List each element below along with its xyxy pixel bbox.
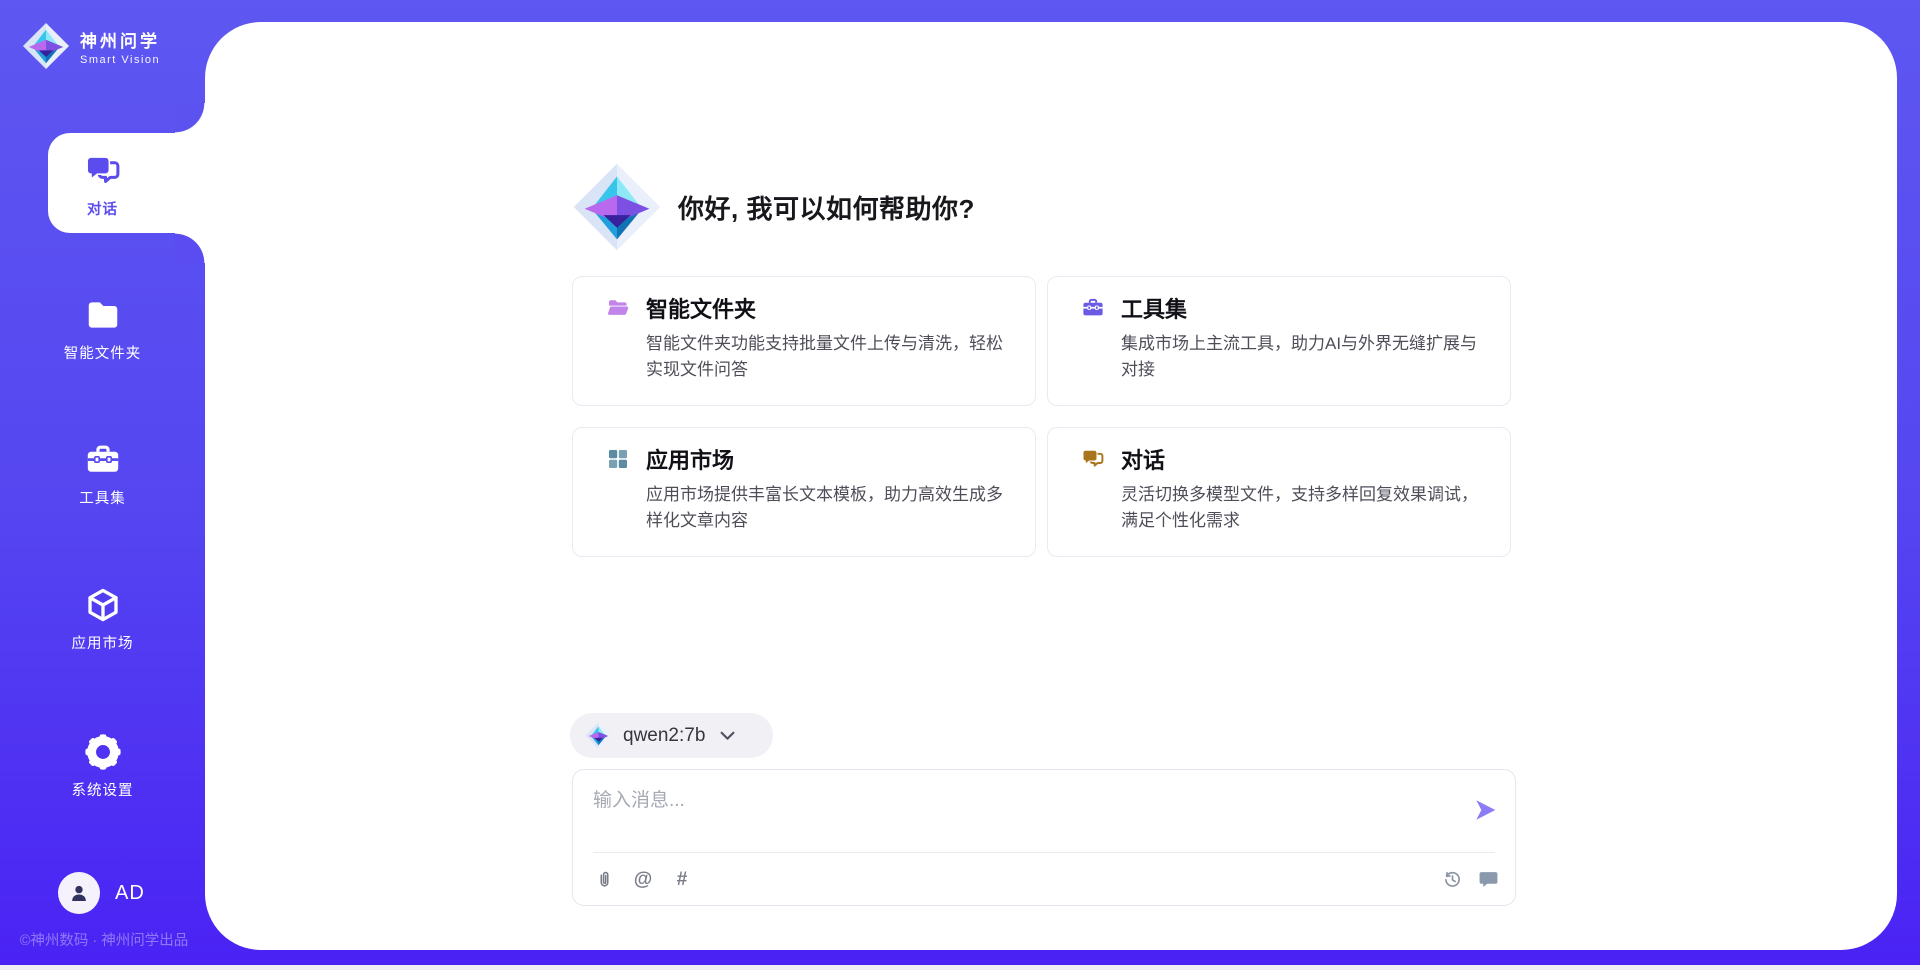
mention-icon[interactable]: @ — [632, 868, 654, 890]
composer-tools-right — [1441, 868, 1499, 890]
sidebar-item-chat[interactable]: 对话 — [0, 152, 205, 219]
card-description: 灵活切换多模型文件，支持多样回复效果调试，满足个性化需求 — [1121, 482, 1484, 535]
app: 你好, 我可以如何帮助你? 智能文件夹 智能文件夹功能支持批量文件上传与清洗，轻… — [0, 0, 1920, 970]
sidebar-item-smart-folder[interactable]: 智能文件夹 — [0, 296, 205, 363]
person-icon — [67, 881, 91, 905]
greeting-gem-icon — [572, 162, 662, 252]
message-composer: @ # — [572, 769, 1516, 906]
model-gem-icon — [585, 722, 612, 749]
greeting-title: 你好, 我可以如何帮助你? — [678, 189, 975, 226]
model-name: qwen2:7b — [623, 725, 705, 747]
message-input[interactable] — [593, 785, 1453, 843]
folder-open-icon — [606, 296, 630, 320]
chevron-down-icon — [720, 731, 735, 741]
chat-bubble-icon[interactable] — [1477, 868, 1499, 890]
feature-card-smart-folder[interactable]: 智能文件夹 智能文件夹功能支持批量文件上传与清洗，轻松实现文件问答 — [572, 276, 1036, 406]
horizontal-scrollbar[interactable] — [0, 965, 1920, 970]
sidebar-item-label: 工具集 — [79, 487, 126, 508]
copyright-text: ©神州数码 · 神州问学出品 — [0, 929, 208, 950]
main-panel: 你好, 我可以如何帮助你? 智能文件夹 智能文件夹功能支持批量文件上传与清洗，轻… — [205, 22, 1897, 950]
greeting: 你好, 我可以如何帮助你? — [572, 162, 975, 252]
send-icon[interactable] — [1472, 797, 1498, 823]
card-title: 工具集 — [1121, 292, 1187, 324]
card-description: 智能文件夹功能支持批量文件上传与清洗，轻松实现文件问答 — [646, 331, 1009, 384]
chat-icon — [1081, 447, 1105, 471]
brand-subtitle: Smart Vision — [80, 54, 160, 66]
composer-tools-left: @ # — [593, 868, 693, 890]
chat-icon — [84, 152, 122, 190]
sidebar-item-label: 应用市场 — [72, 632, 134, 653]
feature-card-toolset[interactable]: 工具集 集成市场上主流工具，助力AI与外界无缝扩展与对接 — [1047, 276, 1511, 406]
active-tab-flare-top — [175, 103, 205, 133]
user-name: AD — [115, 882, 145, 905]
feature-card-chat[interactable]: 对话 灵活切换多模型文件，支持多样回复效果调试，满足个性化需求 — [1047, 427, 1511, 557]
sidebar-item-label: 系统设置 — [72, 779, 134, 800]
card-description: 应用市场提供丰富长文本模板，助力高效生成多样化文章内容 — [646, 482, 1009, 535]
attachment-icon[interactable] — [593, 868, 615, 890]
cube-icon — [84, 586, 122, 624]
avatar — [58, 872, 100, 914]
feature-cards: 智能文件夹 智能文件夹功能支持批量文件上传与清洗，轻松实现文件问答 工具集 集成… — [572, 276, 1511, 557]
briefcase-icon — [84, 441, 122, 479]
card-description: 集成市场上主流工具，助力AI与外界无缝扩展与对接 — [1121, 331, 1484, 384]
brand-name: 神州问学 — [80, 27, 160, 52]
brand-gem-icon — [22, 22, 70, 70]
composer-divider — [593, 852, 1495, 853]
gear-icon — [84, 733, 122, 771]
hashtag-icon[interactable]: # — [671, 868, 693, 890]
grid-icon — [606, 447, 630, 471]
card-title: 对话 — [1121, 443, 1165, 475]
briefcase-icon — [1081, 296, 1105, 320]
sidebar-item-toolset[interactable]: 工具集 — [0, 441, 205, 508]
folder-icon — [84, 296, 122, 334]
card-title: 智能文件夹 — [646, 292, 756, 324]
sidebar-item-app-market[interactable]: 应用市场 — [0, 586, 205, 653]
active-tab-flare-bottom — [175, 233, 205, 263]
sidebar-item-label: 对话 — [87, 198, 118, 219]
user-profile[interactable]: AD — [58, 872, 145, 914]
history-icon[interactable] — [1441, 868, 1463, 890]
sidebar-item-label: 智能文件夹 — [64, 342, 142, 363]
model-selector[interactable]: qwen2:7b — [570, 713, 773, 758]
brand-logo: 神州问学 Smart Vision — [22, 22, 160, 70]
feature-card-app-market[interactable]: 应用市场 应用市场提供丰富长文本模板，助力高效生成多样化文章内容 — [572, 427, 1036, 557]
card-title: 应用市场 — [646, 443, 734, 475]
sidebar-item-settings[interactable]: 系统设置 — [0, 733, 205, 800]
